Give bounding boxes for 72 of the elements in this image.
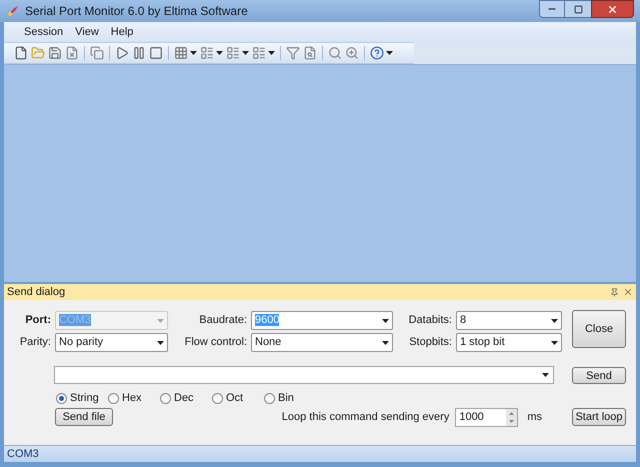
caret-icon <box>157 318 164 322</box>
radio-option[interactable]: Dec <box>160 390 212 406</box>
list-icon[interactable] <box>226 46 240 60</box>
caret-icon <box>157 340 164 344</box>
maximize-button[interactable] <box>565 0 591 18</box>
radio-option[interactable]: Hex <box>108 390 160 406</box>
field-label: Baudrate: <box>198 313 247 328</box>
close-icon <box>607 4 618 14</box>
dropdown-value: 9600 <box>255 314 280 327</box>
app-icon <box>6 4 20 18</box>
interval-spinbox[interactable]: 1000 <box>455 408 518 426</box>
loop-label: Loop this command sending every <box>282 410 450 425</box>
grid-icon[interactable] <box>174 46 188 60</box>
dropdown-value: No parity <box>59 336 104 349</box>
radio-button[interactable] <box>264 392 275 404</box>
caret-icon <box>382 318 389 322</box>
status-text: COM3 <box>7 446 39 462</box>
close-button[interactable] <box>591 0 634 18</box>
copy-icon[interactable] <box>90 46 104 60</box>
dropdown[interactable]: No parity <box>55 333 168 352</box>
help-icon[interactable] <box>370 46 384 60</box>
dropdown[interactable]: None <box>251 333 393 352</box>
dropdown[interactable]: 8 <box>456 311 562 330</box>
radio-button[interactable] <box>212 392 223 404</box>
filter-icon[interactable] <box>286 46 300 60</box>
radio-button[interactable] <box>108 392 119 404</box>
interval-value: 1000 <box>458 410 485 425</box>
field-label: Parity: <box>18 335 51 350</box>
menu-item[interactable]: Help <box>110 24 134 40</box>
spin-arrows-icon <box>506 408 518 426</box>
panel-title: Send dialog <box>7 284 66 300</box>
menu-item[interactable]: View <box>75 24 99 40</box>
play-icon[interactable] <box>115 46 129 60</box>
stop-icon[interactable] <box>149 46 163 60</box>
radio-button[interactable] <box>56 392 67 404</box>
radio-option[interactable]: String <box>56 390 108 406</box>
button[interactable]: Close <box>572 310 626 348</box>
list-icon[interactable] <box>252 46 266 60</box>
button[interactable]: Start loop <box>572 408 626 426</box>
save-icon[interactable] <box>48 46 62 60</box>
button[interactable]: Send file <box>55 408 113 426</box>
radio-button[interactable] <box>160 392 171 404</box>
caret-icon <box>382 340 389 344</box>
pin-icon[interactable] <box>610 288 619 296</box>
menu-item[interactable]: Session <box>24 24 64 40</box>
dropdown[interactable]: 1 stop bit <box>456 333 562 352</box>
window-title: Serial Port Monitor 6.0 by Eltima Software <box>25 3 248 20</box>
dropdown-value: COM3 <box>59 314 92 327</box>
radio-option[interactable]: Bin <box>264 390 316 406</box>
field-label: Databits: <box>408 313 452 328</box>
field-label: Stopbits: <box>408 335 452 350</box>
field-label: Port: <box>24 313 51 328</box>
search-icon[interactable] <box>328 46 342 60</box>
caret-icon <box>551 318 558 322</box>
maximize-icon <box>574 4 582 14</box>
pause-icon[interactable] <box>132 46 146 60</box>
list-icon[interactable] <box>200 46 214 60</box>
button[interactable]: Send <box>572 366 626 384</box>
dropdown-value: 1 stop bit <box>460 336 506 349</box>
dropdown-value: None <box>255 336 282 349</box>
close-document-icon[interactable] <box>65 46 79 60</box>
field-label: Flow control: <box>184 335 247 350</box>
caret-icon <box>551 340 558 344</box>
caret-icon <box>542 373 549 377</box>
unit-label: ms <box>527 410 542 425</box>
radio-option[interactable]: Oct <box>212 390 264 406</box>
dropdown-value: 8 <box>460 314 468 327</box>
search-next-icon[interactable] <box>345 46 359 60</box>
command-field[interactable] <box>54 366 554 384</box>
file-icon[interactable] <box>14 46 28 60</box>
close-icon[interactable] <box>623 287 633 297</box>
document-icon[interactable] <box>303 46 317 60</box>
